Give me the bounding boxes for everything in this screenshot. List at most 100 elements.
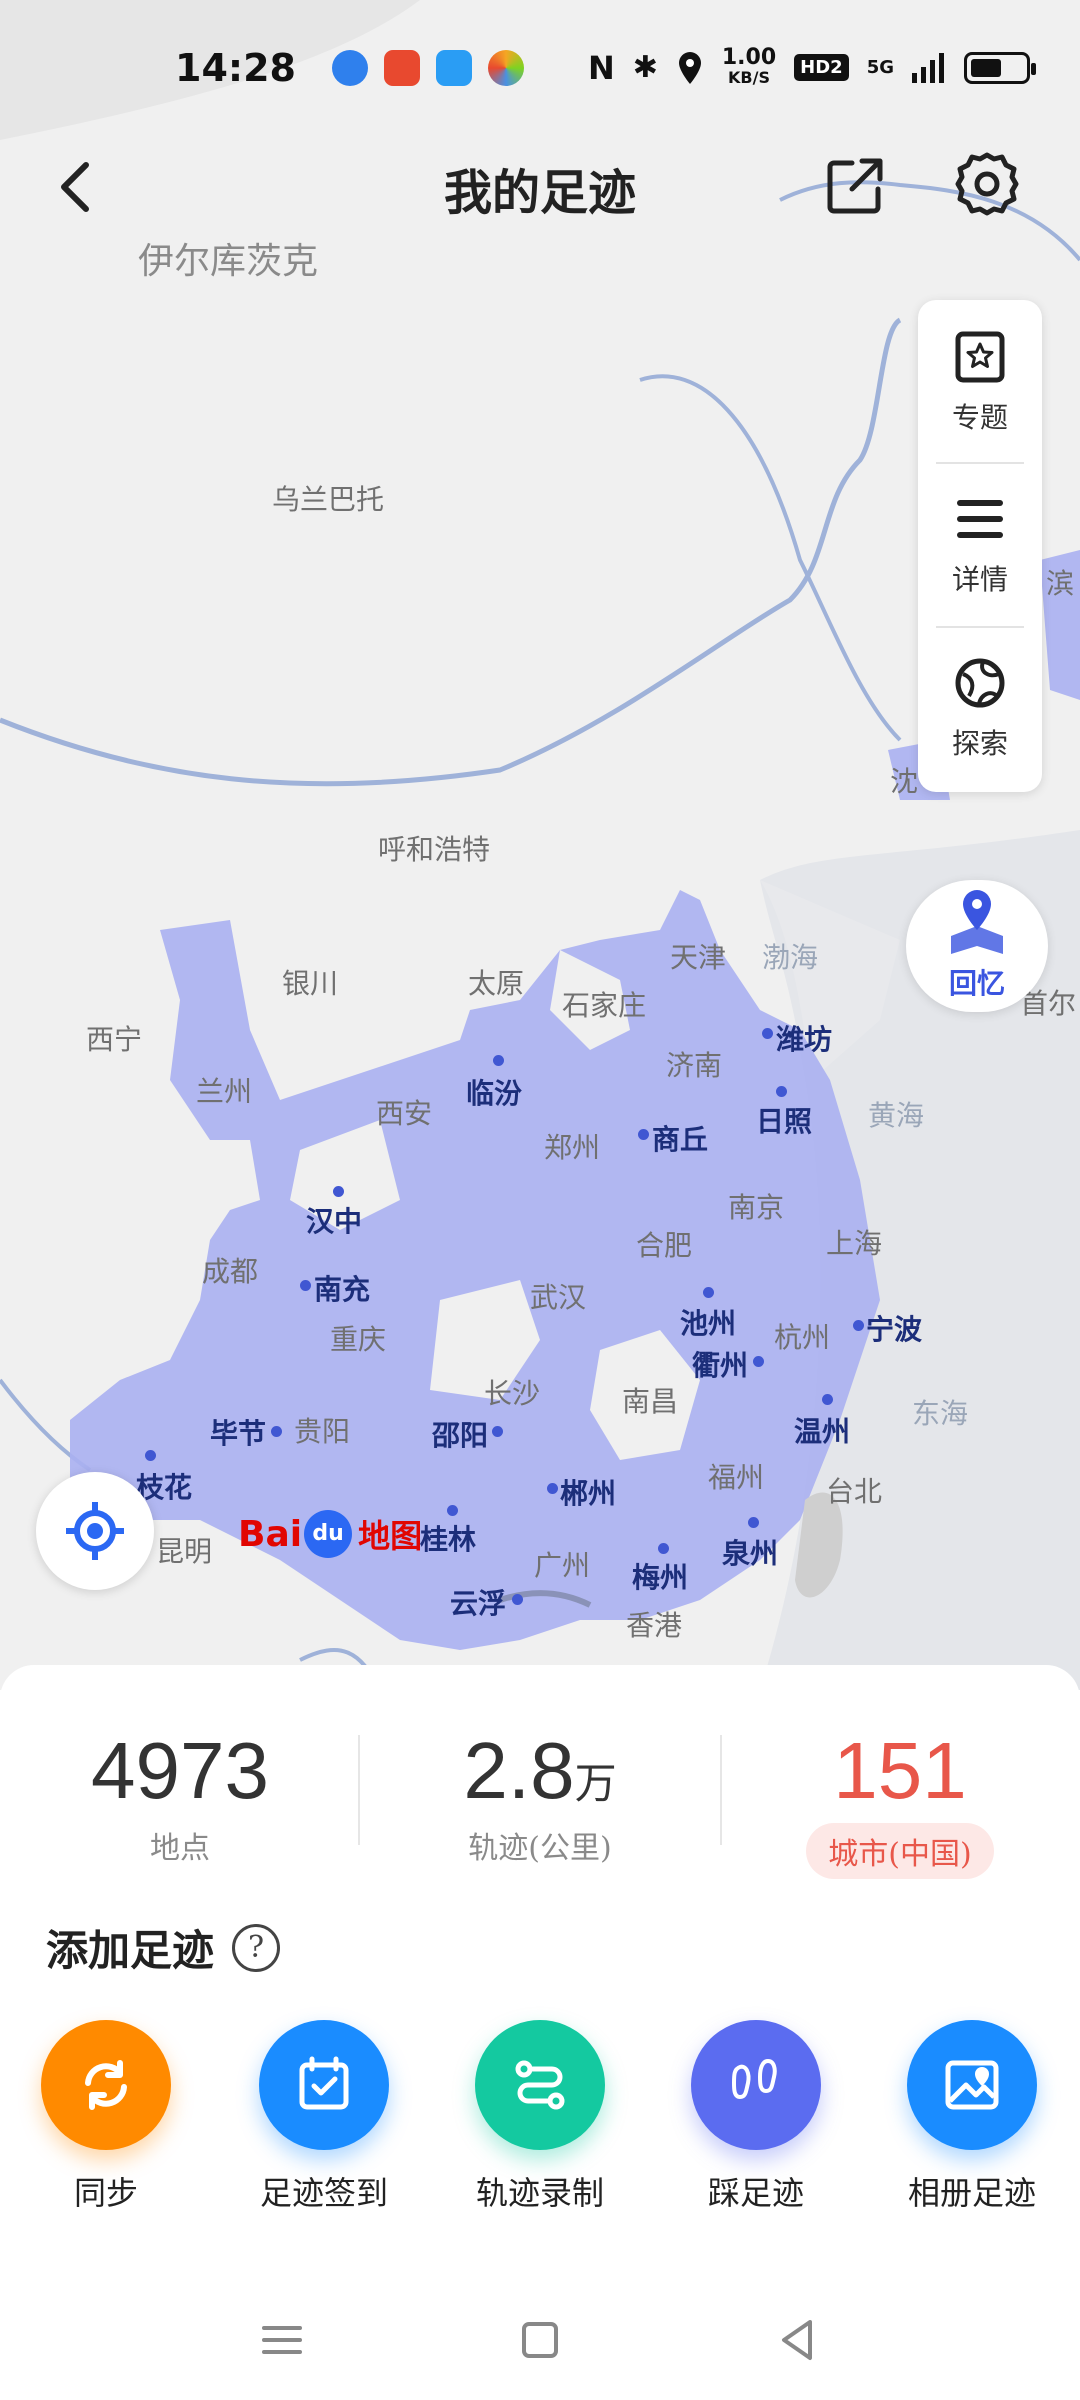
- visited-city-dot: [547, 1483, 558, 1494]
- home-nav-icon[interactable]: [510, 2310, 570, 2370]
- map-label: 毕节: [210, 1417, 267, 1450]
- page-title: 我的足迹: [443, 165, 636, 221]
- map-label: 汉中: [306, 1205, 363, 1238]
- visited-city-dot: [512, 1594, 523, 1605]
- help-icon[interactable]: ?: [232, 1923, 281, 1972]
- hd-badge: HD2: [794, 54, 849, 81]
- globe-icon: [955, 658, 1005, 708]
- map-label: 合肥: [636, 1229, 693, 1262]
- action-label: 同步: [73, 2174, 138, 2212]
- listen-app-icon: [383, 49, 420, 86]
- locate-button[interactable]: [36, 1472, 154, 1590]
- map-label: 郑州: [544, 1131, 601, 1164]
- map-label: 东海: [912, 1397, 969, 1430]
- stat-tracks[interactable]: 2.8万 轨迹(公里): [360, 1725, 720, 1867]
- map-label: 衢州: [692, 1349, 749, 1382]
- map-label: 西安: [376, 1097, 433, 1130]
- visited-city-dot: [853, 1320, 864, 1331]
- map-label: 福州: [708, 1461, 765, 1494]
- map-label: 兰州: [196, 1075, 253, 1108]
- stat-value: 151: [833, 1726, 967, 1815]
- logo-text-map: 地图: [358, 1517, 423, 1555]
- side-item-topics[interactable]: 专题: [918, 308, 1042, 458]
- divider: [936, 626, 1024, 628]
- map-label: 桂林: [420, 1523, 477, 1556]
- net-speed: 1.00 KB/S: [721, 44, 777, 87]
- header-bar: 我的足迹: [0, 135, 1080, 245]
- battery-icon: [964, 51, 1036, 84]
- visited-city-dot: [748, 1517, 759, 1528]
- stat-cities[interactable]: 151 城市(中国): [720, 1725, 1080, 1879]
- memory-button[interactable]: 回忆: [906, 880, 1048, 1012]
- status-indicators: N ✱ 1.00 KB/S HD2 5G: [588, 44, 1036, 88]
- map-label: 梅州: [632, 1561, 689, 1594]
- share-icon[interactable]: [822, 153, 888, 219]
- map-label: 池州: [680, 1307, 737, 1340]
- map-label: 石家庄: [562, 989, 647, 1022]
- gear-icon[interactable]: [952, 149, 1022, 219]
- map-label: 台北: [826, 1475, 883, 1508]
- photo-map-icon: [907, 2020, 1037, 2150]
- map-label: 呼和浩特: [378, 833, 491, 866]
- map-label: 广州: [534, 1549, 591, 1582]
- menu-nav-icon[interactable]: [252, 2310, 312, 2370]
- map-label: 日照: [756, 1105, 813, 1138]
- status-time: 14:28: [175, 45, 296, 90]
- parking-app-icon: [435, 49, 472, 86]
- step-footprint-button[interactable]: 踩足迹: [656, 2020, 856, 2214]
- map-label: 南昌: [622, 1385, 679, 1418]
- track-record-button[interactable]: 轨迹录制: [440, 2020, 640, 2214]
- map-label: 商丘: [652, 1123, 709, 1156]
- visited-city-dot: [492, 1426, 503, 1437]
- star-bookmark-icon: [955, 331, 1005, 383]
- baidu-map-logo: Bai du 地图: [238, 1510, 422, 1558]
- visited-city-dot: [638, 1129, 649, 1140]
- map-label: 沈: [890, 765, 919, 798]
- map-label: 乌兰巴托: [272, 483, 385, 516]
- browser-app-icon: [331, 49, 368, 86]
- map-label: 温州: [794, 1415, 851, 1448]
- footprints-icon: [691, 2020, 821, 2150]
- album-footprint-button[interactable]: 相册足迹: [872, 2020, 1072, 2214]
- side-item-details[interactable]: 详情: [918, 470, 1042, 620]
- map-label: 渤海: [762, 941, 819, 974]
- sync-button[interactable]: 同步: [6, 2020, 206, 2214]
- map-pin-icon: [951, 890, 1003, 954]
- map-label: 成都: [202, 1255, 259, 1288]
- checkin-button[interactable]: 足迹签到: [224, 2020, 424, 2214]
- visited-city-dot: [703, 1287, 714, 1298]
- map-label: 宁波: [866, 1313, 923, 1346]
- system-nav-bar: [0, 2290, 1080, 2400]
- map-label: 上海: [826, 1227, 883, 1260]
- map-label: 南充: [314, 1273, 371, 1306]
- calendar-check-icon: [259, 2020, 389, 2150]
- add-footprint-actions: 同步 足迹签到 轨迹录制 踩足迹 相册足迹: [0, 2020, 1080, 2220]
- stat-label: 地点: [150, 1831, 210, 1866]
- map-label: 银川: [282, 967, 339, 1000]
- list-icon: [957, 500, 1003, 538]
- back-nav-icon[interactable]: [768, 2310, 828, 2370]
- footprint-map[interactable]: 伊尔库茨克 乌兰巴托 呼和浩特 银川 太原 石家庄 天津 渤海 西宁 兰州 西安…: [0, 0, 1080, 1690]
- side-item-explore[interactable]: 探索: [918, 634, 1042, 784]
- visited-city-dot: [762, 1028, 773, 1039]
- side-item-label: 探索: [951, 727, 1008, 760]
- camera-app-icon: [487, 49, 524, 86]
- side-item-label: 详情: [951, 563, 1008, 596]
- map-label: 长沙: [484, 1377, 541, 1410]
- map-label: 郴州: [560, 1477, 617, 1510]
- map-label: 重庆: [330, 1323, 387, 1356]
- visited-city-dot: [493, 1055, 504, 1066]
- action-label: 轨迹录制: [475, 2174, 604, 2212]
- location-pin-icon: [678, 51, 701, 84]
- map-label: 天津: [670, 941, 727, 974]
- crosshair-icon: [66, 1502, 124, 1560]
- signal-badge: 5G: [866, 57, 894, 78]
- divider: [936, 462, 1024, 464]
- map-label: 邵阳: [432, 1419, 489, 1452]
- map-label: 贵阳: [294, 1415, 351, 1448]
- stat-places[interactable]: 4973 地点: [0, 1725, 360, 1867]
- visited-city-dot: [271, 1426, 282, 1437]
- map-label: 昆明: [156, 1535, 213, 1568]
- battery-level: [971, 58, 1001, 77]
- status-bar: 14:28 N ✱ 1.00 KB/S HD2 5G: [0, 0, 1080, 135]
